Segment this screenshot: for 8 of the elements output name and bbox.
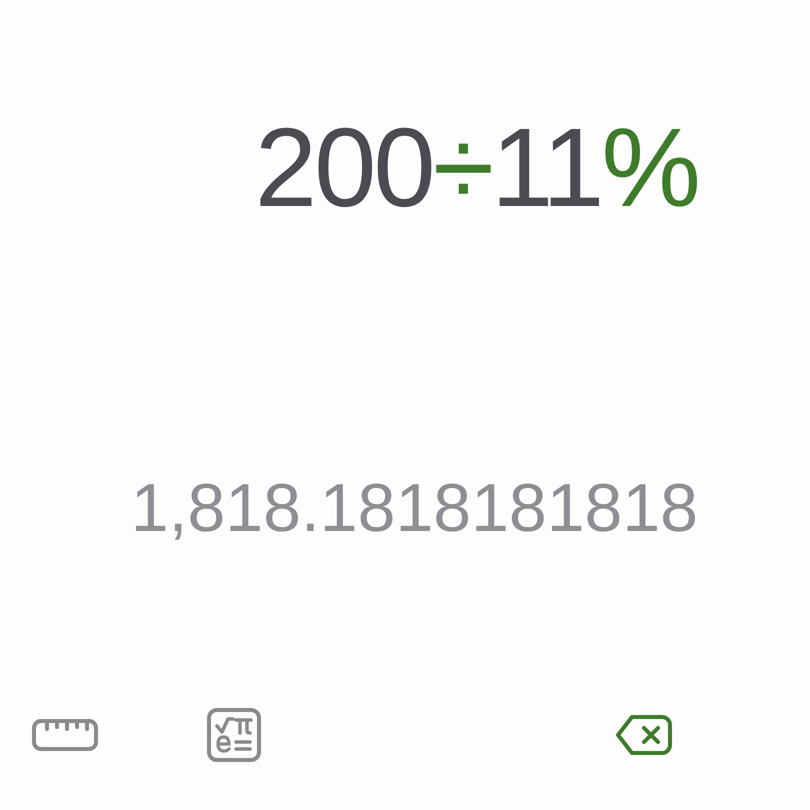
- math-symbols-icon: [207, 708, 261, 762]
- scientific-mode-button[interactable]: [207, 708, 261, 762]
- expression-text: 200÷11%: [254, 112, 698, 224]
- result-text: 1,818.1818181818: [130, 474, 698, 542]
- backspace-button[interactable]: [615, 713, 673, 757]
- unit-converter-button[interactable]: [32, 719, 98, 751]
- backspace-icon: [615, 713, 673, 757]
- ruler-icon: [32, 719, 98, 751]
